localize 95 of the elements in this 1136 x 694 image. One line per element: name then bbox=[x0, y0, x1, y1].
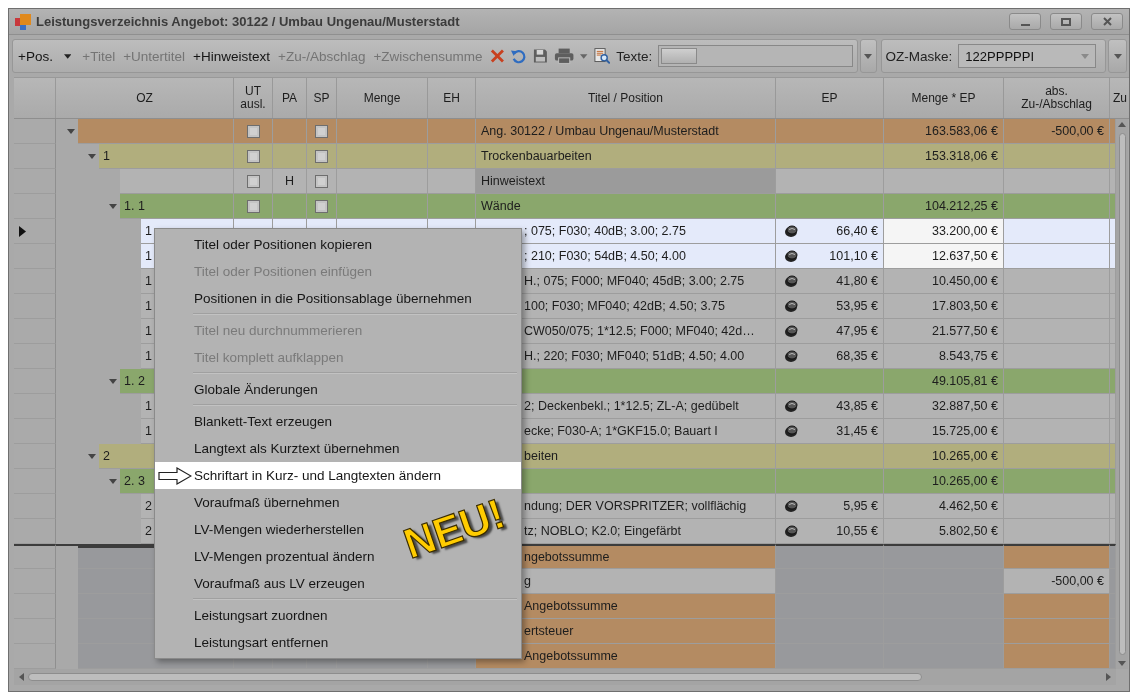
price-text: 66,40 € bbox=[836, 224, 878, 238]
price-text: 68,35 € bbox=[836, 349, 878, 363]
vertical-scrollbar[interactable] bbox=[1116, 119, 1128, 669]
mask-label: OZ-Maske: bbox=[885, 48, 953, 64]
coin-icon bbox=[784, 499, 798, 513]
checkbox[interactable] bbox=[246, 199, 260, 213]
table-cell: Angebotssumme bbox=[476, 644, 776, 669]
coin-icon bbox=[784, 399, 798, 413]
column-header[interactable]: Menge * EP bbox=[884, 78, 1004, 118]
table-cell: 12.637,50 € bbox=[884, 244, 1004, 269]
menu-item[interactable]: Leistungsart zuordnen bbox=[155, 602, 334, 629]
table-cell: 1. 1 bbox=[120, 194, 233, 219]
texts-slider[interactable] bbox=[658, 45, 853, 67]
price-text: 43,85 € bbox=[836, 399, 878, 413]
coin-icon bbox=[784, 224, 798, 238]
mask-combobox[interactable]: 122PPPPPI bbox=[958, 44, 1097, 68]
column-header[interactable]: Zu bbox=[1110, 78, 1128, 118]
coin-icon bbox=[784, 324, 798, 338]
toolbar-menu-button[interactable] bbox=[860, 39, 877, 73]
checkbox[interactable] bbox=[246, 124, 260, 138]
expand-caret-icon[interactable] bbox=[88, 454, 96, 459]
expand-caret-icon[interactable] bbox=[109, 379, 117, 384]
column-header[interactable]: SP bbox=[307, 78, 337, 118]
column-header[interactable]: EH bbox=[428, 78, 476, 118]
delete-icon[interactable] bbox=[489, 48, 505, 64]
column-header[interactable]: EP bbox=[776, 78, 884, 118]
table-cell: 5.802,50 € bbox=[884, 519, 1004, 544]
checkbox[interactable] bbox=[315, 199, 328, 213]
combobox-value: 122PPPPPI bbox=[965, 48, 1034, 64]
app-logo-icon bbox=[15, 13, 31, 30]
column-header[interactable]: Titel / Position bbox=[476, 78, 776, 118]
save-icon[interactable] bbox=[533, 48, 548, 64]
checkbox[interactable] bbox=[246, 149, 260, 163]
scrollbar-thumb[interactable] bbox=[28, 673, 922, 681]
menu-item[interactable]: Voraufmaß aus LV erzeugen bbox=[155, 570, 371, 597]
caret-icon bbox=[864, 53, 873, 59]
coin-icon bbox=[784, 349, 798, 363]
print-icon[interactable] bbox=[553, 47, 575, 65]
maximize-icon bbox=[1061, 17, 1071, 26]
minimize-icon bbox=[1020, 23, 1030, 26]
column-header[interactable]: UT ausl. bbox=[234, 78, 273, 118]
table-cell: -500,00 € bbox=[1004, 569, 1110, 594]
checkbox[interactable] bbox=[315, 149, 328, 163]
table-cell: Hinweistext bbox=[476, 169, 776, 194]
column-header[interactable]: PA bbox=[273, 78, 307, 118]
minimize-button[interactable] bbox=[1009, 13, 1041, 30]
price-text: 10,55 € bbox=[836, 524, 878, 538]
horizontal-scrollbar[interactable] bbox=[14, 669, 1116, 685]
expand-caret-icon[interactable] bbox=[109, 204, 117, 209]
menu-item[interactable]: Schriftart in Kurz- und Langtexten ändern bbox=[155, 462, 521, 489]
price-text: 31,45 € bbox=[836, 424, 878, 438]
table-cell: 1 bbox=[99, 144, 233, 169]
preview-icon[interactable] bbox=[593, 47, 611, 65]
expand-caret-icon[interactable] bbox=[109, 479, 117, 484]
slider-thumb[interactable] bbox=[661, 48, 698, 64]
toolbar-button[interactable]: +Pos. bbox=[17, 46, 54, 66]
caret-icon[interactable] bbox=[63, 53, 72, 59]
arrow-right-icon bbox=[158, 467, 192, 485]
caret-icon bbox=[1113, 53, 1122, 59]
expand-caret-icon[interactable] bbox=[67, 129, 75, 134]
coin-icon bbox=[784, 299, 798, 313]
table-cell: 33.200,00 € bbox=[884, 219, 1004, 244]
coin-icon bbox=[784, 524, 798, 538]
toolbar-button[interactable]: +Hinweistext bbox=[192, 46, 272, 66]
checkbox[interactable] bbox=[315, 174, 328, 188]
price-text: 5,95 € bbox=[843, 499, 878, 513]
maximize-button[interactable] bbox=[1050, 13, 1082, 30]
coin-icon bbox=[784, 274, 798, 288]
checkbox[interactable] bbox=[246, 174, 260, 188]
expand-caret-icon[interactable] bbox=[88, 154, 96, 159]
current-row-icon bbox=[19, 225, 26, 237]
column-header[interactable]: abs. Zu-/Abschlag bbox=[1004, 78, 1110, 118]
price-text: 41,80 € bbox=[836, 274, 878, 288]
toolbar-menu-button[interactable] bbox=[1108, 39, 1127, 73]
coin-icon bbox=[784, 424, 798, 438]
scroll-up-icon[interactable] bbox=[1118, 121, 1126, 127]
close-icon bbox=[1102, 17, 1112, 26]
scrollbar-thumb[interactable] bbox=[1118, 133, 1126, 655]
column-header[interactable]: OZ bbox=[56, 78, 234, 118]
checkbox[interactable] bbox=[315, 124, 328, 138]
menu-item[interactable]: Leistungsart entfernen bbox=[155, 629, 335, 656]
column-header[interactable]: Menge bbox=[337, 78, 428, 118]
price-text: 47,95 € bbox=[836, 324, 878, 338]
scroll-right-icon[interactable] bbox=[1106, 673, 1112, 681]
scroll-left-icon[interactable] bbox=[18, 673, 24, 681]
coin-icon bbox=[784, 249, 798, 263]
undo-icon[interactable] bbox=[510, 47, 528, 65]
window-title: Leistungsverzeichnis Angebot: 30122 / Umbau Ungenau/Musterstadt bbox=[36, 14, 461, 29]
price-text: 53,95 € bbox=[836, 299, 878, 313]
caret-icon bbox=[1081, 53, 1090, 59]
price-text: 101,10 € bbox=[829, 249, 878, 263]
close-button[interactable] bbox=[1091, 13, 1123, 30]
texts-label: Texte: bbox=[616, 48, 653, 64]
menu-item[interactable]: LV-Mengen prozentual ändern bbox=[155, 543, 381, 570]
scroll-down-icon[interactable] bbox=[1118, 661, 1126, 667]
